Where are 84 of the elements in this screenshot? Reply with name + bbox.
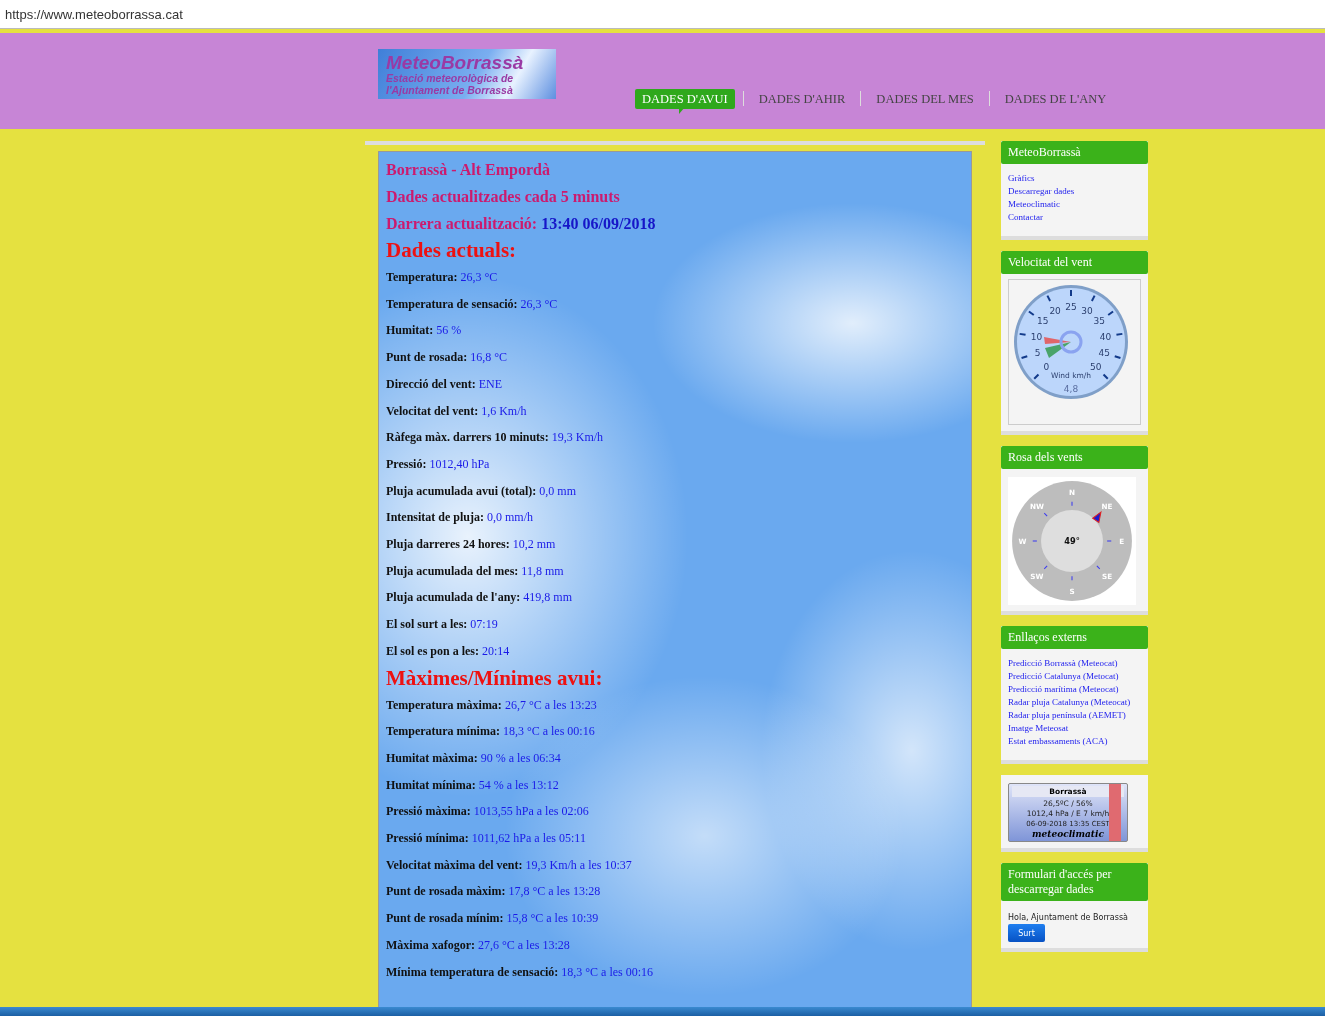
- data-value: 90 % a les 06:34: [480, 750, 561, 765]
- widget-title: Enllaços externs: [1001, 626, 1148, 649]
- data-label: Pressió màxima:: [386, 804, 471, 819]
- data-value: 11,8 mm: [521, 563, 564, 578]
- data-value: 26,7 °C a les 13:23: [504, 697, 597, 712]
- data-value: ENE: [478, 376, 503, 391]
- data-label: Intensitat de pluja:: [386, 510, 484, 525]
- sidebar-link[interactable]: Estat embassaments (ACA): [1008, 735, 1141, 748]
- data-label: Pluja acumulada avui (total):: [386, 483, 537, 498]
- section-heading: Dades actuals:: [386, 237, 518, 264]
- data-value: 1011,62 hPa a les 05:11: [471, 831, 586, 846]
- data-label: Mínima temperatura de sensació:: [386, 964, 559, 979]
- data-label: Ràfega màx. darrers 10 minuts:: [386, 430, 549, 445]
- data-label: Velocitat del vent:: [386, 403, 479, 418]
- data-label: Temperatura mínima:: [386, 724, 500, 739]
- data-value: 0,0 mm: [539, 483, 576, 498]
- data-label: Humitat màxima:: [386, 750, 478, 765]
- data-label: Pluja acumulada de l'any:: [386, 590, 521, 605]
- sidebar-link[interactable]: Meteoclimatic: [1008, 198, 1141, 211]
- sidebar-link[interactable]: Contactar: [1008, 211, 1141, 224]
- data-label: Punt de rosada màxim:: [386, 884, 506, 899]
- update-note: Dades actualitzades cada 5 minuts: [386, 187, 621, 207]
- sidebar-link[interactable]: Gràfics: [1008, 172, 1141, 185]
- widget-title: Velocitat del vent: [1001, 251, 1148, 274]
- url-text[interactable]: https://www.meteoborrassa.cat: [5, 6, 183, 22]
- data-value: 0,0 mm/h: [487, 510, 534, 525]
- section-heading: Màximes/Mínimes avui:: [386, 664, 604, 692]
- data-label: Pluja darreres 24 hores:: [386, 537, 510, 552]
- data-label: Pressió:: [386, 456, 427, 471]
- data-value: 15,8 °C a les 10:39: [506, 911, 599, 926]
- data-label: Màxima xafogor:: [386, 937, 475, 952]
- data-value: 26,3 °C: [460, 270, 498, 284]
- data-label: Punt de rosada mínim:: [386, 911, 504, 926]
- widget-title: Formulari d'accés per descarregar dades: [1001, 863, 1148, 901]
- update-value: 13:40 06/09/2018: [541, 215, 656, 232]
- data-label: Velocitat màxima del vent:: [386, 857, 523, 872]
- sidebar-link[interactable]: Descarregar dades: [1008, 185, 1141, 198]
- widget-title: MeteoBorrassà: [1001, 141, 1148, 164]
- sidebar-link[interactable]: Predicció Borrassà (Meteocat): [1008, 657, 1141, 670]
- data-label: El sol es pon a les:: [386, 643, 479, 658]
- data-label: Pluja acumulada del mes:: [386, 563, 519, 578]
- sidebar-link[interactable]: Predicció marítima (Meteocat): [1008, 683, 1141, 696]
- data-value: 19,3 Km/h a les 10:37: [525, 857, 632, 872]
- data-label: Humitat:: [386, 323, 434, 338]
- data-value: 54 % a les 13:12: [478, 777, 559, 792]
- ribbon-icon: [1109, 784, 1121, 841]
- data-label: Punt de rosada:: [386, 350, 468, 365]
- data-value: 1013,55 hPa a les 02:06: [473, 804, 589, 819]
- data-value: 56 %: [436, 323, 462, 338]
- data-value: 07:19: [470, 617, 498, 632]
- data-label: Temperatura màxima:: [386, 697, 502, 712]
- data-label: Humitat mínima:: [386, 777, 476, 792]
- badge-brand: meteoclimatic: [1031, 829, 1105, 839]
- data-value: 17,8 °C a les 13:28: [508, 884, 601, 899]
- logout-button[interactable]: Surt: [1008, 924, 1045, 942]
- data-label: El sol surt a les:: [386, 617, 468, 632]
- greeting-text: Hola, Ajuntament de Borrassà: [1008, 913, 1129, 922]
- data-value: 18,3 °C a les 00:16: [502, 724, 595, 739]
- data-value: 27,6 °C a les 13:28: [478, 937, 570, 952]
- data-value: 18,3 °C a les 00:16: [561, 964, 654, 979]
- data-value: 19,3 Km/h: [551, 430, 604, 445]
- data-label: Pressió mínima:: [386, 831, 469, 846]
- data-value: 26,3 °C: [520, 296, 558, 311]
- nav-tab[interactable]: DADES DEL MES: [869, 89, 981, 109]
- data-value: 10,2 mm: [512, 537, 556, 552]
- data-label: Temperatura:: [386, 270, 458, 284]
- data-label: Direcció del vent:: [386, 376, 476, 391]
- nav-tab[interactable]: DADES D'AHIR: [751, 89, 853, 109]
- nav-tab[interactable]: DADES DE L'ANY: [997, 89, 1114, 109]
- sidebar-link[interactable]: Radar pluja península (AEMET): [1008, 709, 1141, 722]
- widget-title: Rosa dels vents: [1001, 446, 1148, 469]
- data-value: 1012,40 hPa: [429, 456, 490, 471]
- data-value: 419,8 mm: [523, 590, 573, 605]
- sidebar-link[interactable]: Predicció Catalunya (Metocat): [1008, 670, 1141, 683]
- logo-subtitle: l'Ajuntament de Borrassà: [386, 84, 514, 95]
- tab-pointer-icon: [679, 107, 685, 114]
- sidebar-link[interactable]: Imatge Meteosat: [1008, 722, 1141, 735]
- update-label: Darrera actualització:: [386, 215, 538, 232]
- data-value: 1,6 Km/h: [481, 403, 527, 418]
- sidebar-link[interactable]: Radar pluja Catalunya (Meteocat): [1008, 696, 1141, 709]
- location-heading: Borrassà - Alt Empordà: [386, 160, 551, 181]
- data-value: 16,8 °C: [470, 350, 507, 365]
- data-value: 20:14: [482, 643, 510, 658]
- data-label: Temperatura de sensació:: [386, 296, 518, 311]
